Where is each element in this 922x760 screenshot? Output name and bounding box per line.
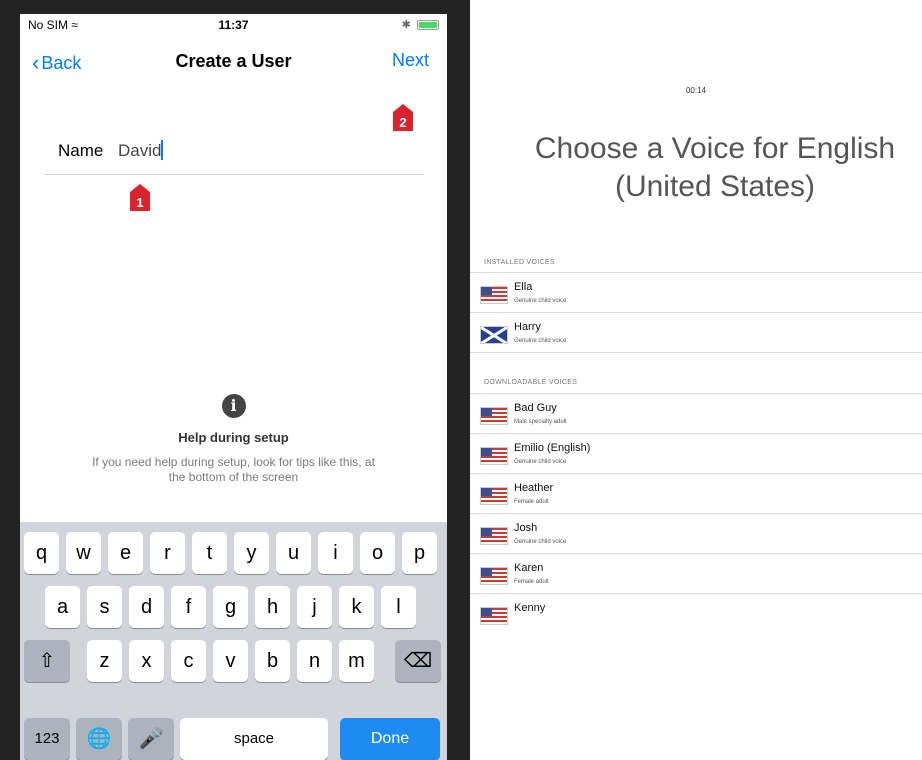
- key-g[interactable]: g: [213, 586, 248, 628]
- key-a[interactable]: a: [45, 586, 80, 628]
- us-flag-icon: [480, 527, 508, 545]
- name-field[interactable]: Name David: [44, 136, 424, 175]
- voice-chooser-screen: 00:14 Choose a Voice for English (United…: [470, 0, 922, 760]
- status-bar: No SIM ≈ 11:37 ✱: [20, 14, 447, 36]
- us-flag-icon: [480, 407, 508, 425]
- key-k[interactable]: k: [339, 586, 374, 628]
- voice-name: Harry: [514, 321, 541, 333]
- key-r[interactable]: r: [150, 532, 185, 574]
- voice-row-harry[interactable]: Harry Genuine child voice: [470, 313, 922, 353]
- voice-name: Bad Guy: [514, 402, 557, 414]
- downloadable-voices-header: DOWNLOADABLE VOICES: [484, 379, 578, 386]
- us-flag-icon: [480, 567, 508, 585]
- voice-row-kenny[interactable]: Kenny: [470, 594, 922, 625]
- key-l[interactable]: l: [381, 586, 416, 628]
- voice-row-bad-guy[interactable]: Bad Guy Male specialty adult: [470, 394, 922, 434]
- key-b[interactable]: b: [255, 640, 290, 682]
- key-y[interactable]: y: [234, 532, 269, 574]
- name-label: Name: [58, 141, 104, 160]
- us-flag-icon: [480, 487, 508, 505]
- key-d[interactable]: d: [129, 586, 164, 628]
- key-j[interactable]: j: [297, 586, 332, 628]
- voice-description: Male specialty adult: [514, 419, 567, 425]
- us-flag-icon: [480, 286, 508, 304]
- key-o[interactable]: o: [360, 532, 395, 574]
- name-input[interactable]: David: [118, 140, 164, 161]
- key-m[interactable]: m: [339, 640, 374, 682]
- help-description: If you need help during setup, look for …: [92, 455, 375, 484]
- key-u[interactable]: u: [276, 532, 311, 574]
- help-tip: i Help during setup If you need help dur…: [20, 394, 447, 485]
- key-w[interactable]: w: [66, 532, 101, 574]
- voice-name: Emilio (English): [514, 442, 591, 454]
- us-flag-icon: [480, 607, 508, 625]
- us-flag-icon: [480, 447, 508, 465]
- keyboard: q w e r t y u i o p a s d f g h j k l ⇧ …: [20, 522, 447, 760]
- key-z[interactable]: z: [87, 640, 122, 682]
- shift-key[interactable]: ⇧: [24, 640, 70, 682]
- delete-key[interactable]: ⌫: [395, 640, 441, 682]
- dictation-key[interactable]: 🎤: [128, 718, 174, 760]
- uk-flag-icon: [480, 326, 508, 344]
- space-key[interactable]: space: [180, 718, 328, 760]
- backspace-icon: ⌫: [403, 650, 433, 672]
- page-title: Create a User: [175, 51, 292, 71]
- voice-name: Karen: [514, 562, 544, 574]
- text-cursor: [161, 140, 164, 160]
- globe-key[interactable]: 🌐: [76, 718, 122, 760]
- shift-icon: ⇧: [38, 650, 56, 672]
- voice-row-karen[interactable]: Karen Female adult: [470, 554, 922, 594]
- voice-description: Genuine child voice: [514, 539, 567, 545]
- voice-row-ella[interactable]: Ella Genuine child voice: [470, 273, 922, 313]
- microphone-icon: 🎤: [138, 728, 164, 750]
- bluetooth-icon: ✱: [401, 19, 411, 31]
- key-h[interactable]: h: [255, 586, 290, 628]
- voice-description: Genuine child voice: [514, 338, 567, 344]
- timer-label: 00:14: [685, 86, 707, 95]
- voice-description: Genuine child voice: [514, 298, 567, 304]
- key-t[interactable]: t: [192, 532, 227, 574]
- key-v[interactable]: v: [213, 640, 248, 682]
- voice-name: Ella: [514, 281, 533, 293]
- voice-description: Female adult: [514, 499, 549, 505]
- create-user-screen: No SIM ≈ 11:37 ✱ ‹ Back Create a User Nex…: [20, 14, 447, 760]
- battery-icon: [417, 19, 439, 30]
- help-title: Help during setup: [178, 430, 289, 445]
- clock: 11:37: [218, 18, 249, 32]
- voice-name: Kenny: [514, 602, 546, 614]
- voice-page-title: Choose a Voice for English (United State…: [534, 132, 896, 203]
- next-button[interactable]: Next: [392, 50, 429, 71]
- voice-description: Female adult: [514, 579, 549, 585]
- nav-bar: ‹ Back Create a User Next: [20, 50, 447, 80]
- voice-name: Heather: [514, 482, 554, 494]
- key-x[interactable]: x: [129, 640, 164, 682]
- voice-row-heather[interactable]: Heather Female adult: [470, 474, 922, 514]
- done-key[interactable]: Done: [340, 718, 440, 760]
- step-marker-2: 2: [393, 104, 413, 131]
- info-icon: i: [221, 394, 246, 418]
- installed-voices-header: INSTALLED VOICES: [484, 259, 555, 266]
- key-n[interactable]: n: [297, 640, 332, 682]
- key-f[interactable]: f: [171, 586, 206, 628]
- key-q[interactable]: q: [24, 532, 59, 574]
- voice-row-emilio[interactable]: Emilio (English) Genuine child voice: [470, 434, 922, 474]
- key-e[interactable]: e: [108, 532, 143, 574]
- step-marker-1: 1: [130, 184, 150, 211]
- voice-description: Genuine child voice: [514, 459, 567, 465]
- voice-name: Josh: [514, 522, 538, 534]
- globe-icon: 🌐: [86, 728, 112, 750]
- key-s[interactable]: s: [87, 586, 122, 628]
- key-c[interactable]: c: [171, 640, 206, 682]
- numbers-key[interactable]: 123: [24, 718, 70, 760]
- key-p[interactable]: p: [402, 532, 437, 574]
- key-i[interactable]: i: [318, 532, 353, 574]
- voice-row-josh[interactable]: Josh Genuine child voice: [470, 514, 922, 554]
